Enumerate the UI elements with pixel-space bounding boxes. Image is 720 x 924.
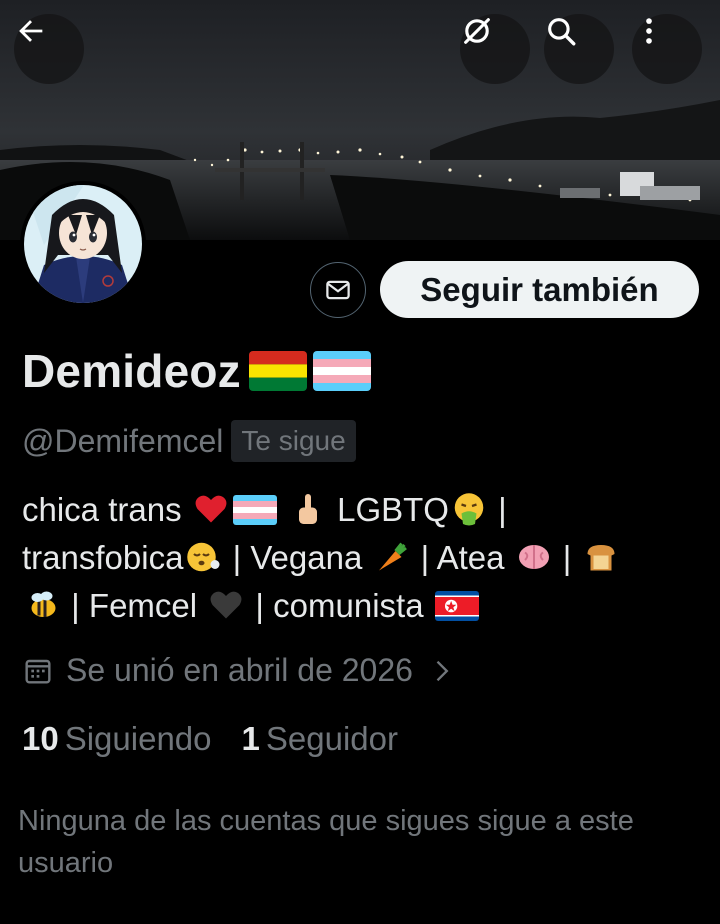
envelope-icon — [326, 280, 350, 300]
followers-link[interactable]: 1 Seguidor — [242, 720, 398, 758]
carrot-icon — [373, 539, 409, 575]
bio-text: | Vegana — [223, 539, 372, 576]
index-pointing-up-icon — [290, 491, 326, 527]
search-icon — [548, 18, 576, 46]
bio-text: | Atea — [411, 539, 514, 576]
mutual-followers-note: Ninguna de las cuentas que sigues sigue … — [18, 805, 634, 879]
grok-icon — [464, 18, 490, 44]
display-name: Demideoz — [22, 345, 241, 397]
face-exhaling-icon — [185, 539, 221, 575]
followers-label: Seguidor — [265, 720, 398, 757]
more-vertical-icon — [646, 18, 652, 44]
transgender-flag-icon — [312, 351, 371, 391]
bio-text: | Femcel — [62, 587, 207, 624]
bio-text: chica trans — [22, 491, 191, 528]
red-heart-icon — [193, 491, 229, 527]
username-handle: @Demifemcel — [22, 422, 224, 459]
search-button[interactable] — [544, 14, 614, 84]
avatar-anime-girl-image — [24, 185, 142, 303]
calendar-icon — [25, 659, 51, 684]
joined-date-text: Se unió en abril de 2026 — [66, 652, 413, 688]
brain-icon — [516, 539, 552, 575]
more-options-button[interactable] — [632, 14, 702, 84]
bio-text: | comunista — [246, 587, 433, 624]
bio-text: | — [488, 491, 507, 528]
face-vomiting-icon — [451, 491, 487, 527]
back-button[interactable] — [14, 14, 84, 84]
black-heart-icon — [208, 587, 244, 623]
following-link[interactable]: 10 Siguiendo — [22, 720, 212, 758]
arrow-left-icon — [19, 20, 43, 42]
message-button[interactable] — [310, 262, 366, 318]
bio-text: LGBTQ — [327, 491, 449, 528]
following-count: 10 — [22, 720, 59, 757]
bread-icon — [583, 539, 619, 575]
honeybee-icon — [24, 587, 60, 623]
follow-back-button[interactable]: Seguir también — [380, 261, 699, 318]
bio-text: transfobica — [22, 539, 184, 576]
display-name-row: Demideoz — [22, 344, 371, 398]
bio: chica trans LGBTQ | transfobica | Vegana … — [22, 486, 702, 630]
followers-count: 1 — [241, 720, 260, 757]
chevron-right-icon — [436, 660, 449, 681]
avatar[interactable] — [20, 181, 146, 307]
follow-stats: 10 Siguiendo 1 Seguidor — [22, 720, 428, 758]
bolivia-flag-icon — [248, 351, 307, 391]
following-label: Siguiendo — [64, 720, 212, 757]
joined-date-row[interactable]: Se unió en abril de 2026 — [22, 652, 455, 689]
north-korea-flag-icon — [434, 591, 479, 621]
follows-you-badge: Te sigue — [231, 420, 356, 462]
transgender-flag-icon — [232, 495, 277, 525]
handle-row: @Demifemcel Te sigue — [22, 420, 356, 462]
bio-text: | — [553, 539, 581, 576]
grok-button[interactable] — [460, 14, 530, 84]
profile-page: Seguir también Demideoz @Demifemcel Te s… — [0, 0, 720, 924]
